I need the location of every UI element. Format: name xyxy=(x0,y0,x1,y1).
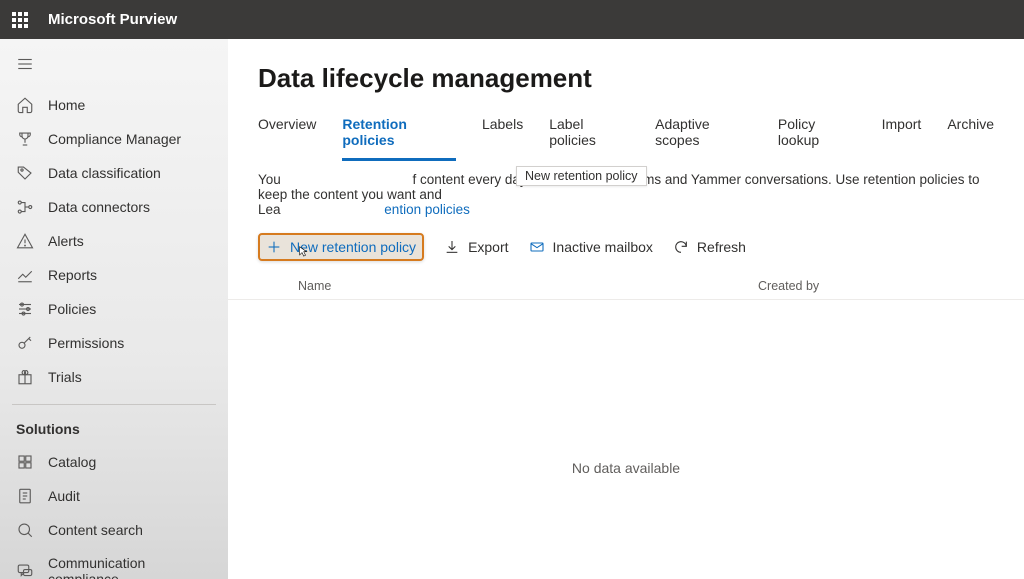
learn-more-link[interactable]: ention policies xyxy=(384,202,470,217)
tab-adaptive-scopes[interactable]: Adaptive scopes xyxy=(655,110,752,161)
solution-item-audit[interactable]: Audit xyxy=(0,479,228,513)
nav-item-data-classification[interactable]: Data classification xyxy=(0,156,228,190)
refresh-icon xyxy=(673,239,689,255)
tab-retention-policies[interactable]: Retention policies xyxy=(342,110,456,161)
tab-archive[interactable]: Archive xyxy=(947,110,994,161)
sliders-icon xyxy=(16,300,34,318)
app-launcher-icon[interactable] xyxy=(12,12,28,28)
tab-list: Overview Retention policies Labels Label po… xyxy=(228,110,1024,162)
nav-item-data-connectors[interactable]: Data connectors xyxy=(0,190,228,224)
solution-item-catalog[interactable]: Catalog xyxy=(0,445,228,479)
empty-state: No data available xyxy=(228,300,1024,476)
download-icon xyxy=(444,239,460,255)
page-title: Data lifecycle management xyxy=(228,63,1024,110)
tab-labels[interactable]: Labels xyxy=(482,110,523,161)
plus-icon xyxy=(266,239,282,255)
tab-overview[interactable]: Overview xyxy=(258,110,316,161)
highlight-box: New retention policy xyxy=(258,233,424,261)
tab-policy-lookup[interactable]: Policy lookup xyxy=(778,110,856,161)
nav-item-permissions[interactable]: Permissions xyxy=(0,326,228,360)
nav-item-compliance-manager[interactable]: Compliance Manager xyxy=(0,122,228,156)
tab-label-policies[interactable]: Label policies xyxy=(549,110,629,161)
collapse-nav-button[interactable] xyxy=(0,49,228,88)
grid-icon xyxy=(16,453,34,471)
intro-text: You New retention policy f content every… xyxy=(228,162,1024,217)
key-icon xyxy=(16,334,34,352)
tooltip: New retention policy xyxy=(516,166,647,186)
toolbar: New retention policy Export Inactive mai… xyxy=(228,223,1024,269)
gift-icon xyxy=(16,368,34,386)
table-header: Name Created by xyxy=(228,269,1024,300)
mailbox-icon xyxy=(529,239,545,255)
solution-item-content-search[interactable]: Content search xyxy=(0,513,228,547)
alert-icon xyxy=(16,232,34,250)
nav-item-reports[interactable]: Reports xyxy=(0,258,228,292)
brand-title: Microsoft Purview xyxy=(48,11,177,28)
nav-item-policies[interactable]: Policies xyxy=(0,292,228,326)
solution-item-communication-compliance[interactable]: Communication compliance xyxy=(0,547,228,579)
connector-icon xyxy=(16,198,34,216)
sidebar: HomeCompliance ManagerData classificatio… xyxy=(0,39,228,579)
tag-icon xyxy=(16,164,34,182)
tab-import[interactable]: Import xyxy=(882,110,922,161)
trophy-icon xyxy=(16,130,34,148)
column-name[interactable]: Name xyxy=(258,279,758,293)
nav-item-alerts[interactable]: Alerts xyxy=(0,224,228,258)
top-bar: Microsoft Purview xyxy=(0,0,1024,39)
nav-item-trials[interactable]: Trials xyxy=(0,360,228,394)
chat-icon xyxy=(16,562,34,579)
column-created-by[interactable]: Created by xyxy=(758,279,994,293)
export-button[interactable]: Export xyxy=(444,239,508,255)
audit-icon xyxy=(16,487,34,505)
search-icon xyxy=(16,521,34,539)
nav-item-home[interactable]: Home xyxy=(0,88,228,122)
refresh-button[interactable]: Refresh xyxy=(673,239,746,255)
divider xyxy=(12,404,216,405)
inactive-mailbox-button[interactable]: Inactive mailbox xyxy=(529,239,653,255)
home-icon xyxy=(16,96,34,114)
new-retention-policy-button[interactable]: New retention policy xyxy=(266,239,416,255)
cursor-icon xyxy=(295,245,309,259)
section-solutions: Solutions xyxy=(0,415,228,445)
main-content: Data lifecycle management Overview Retent… xyxy=(228,39,1024,579)
chart-icon xyxy=(16,266,34,284)
